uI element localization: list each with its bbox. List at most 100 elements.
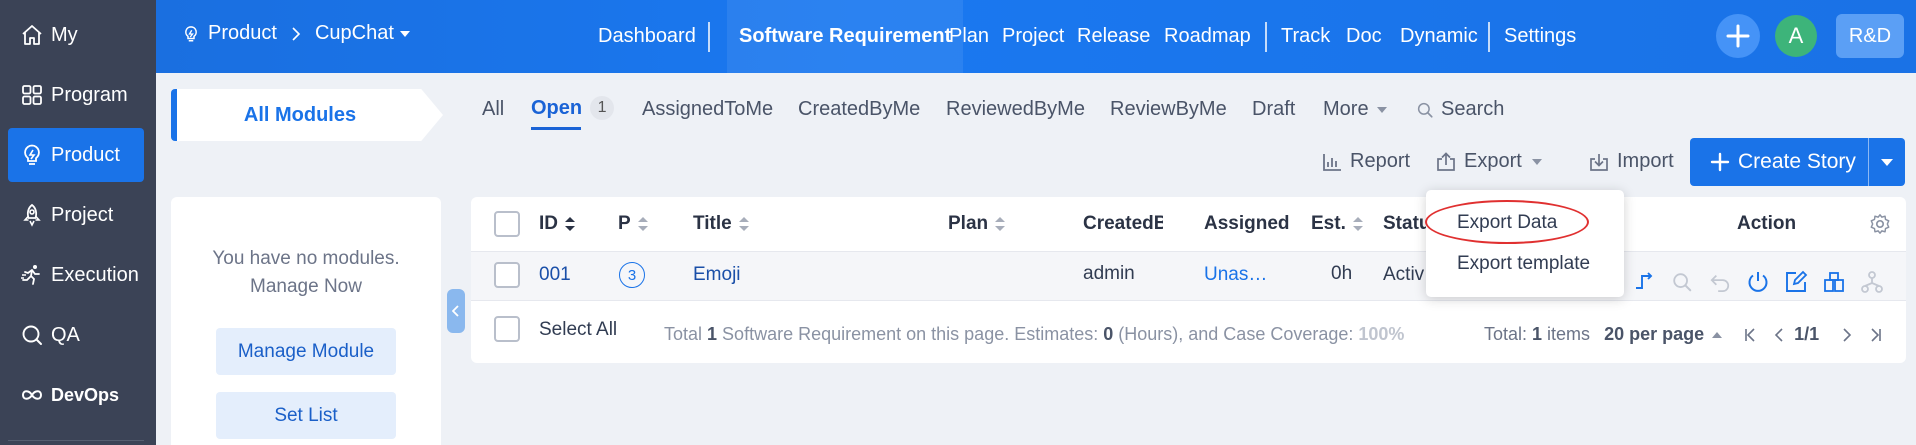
sidebar-item-label: My: [51, 23, 78, 46]
summary-text: Total: [664, 324, 703, 344]
export-button[interactable]: Export: [1436, 150, 1550, 173]
sort-icon: [994, 215, 1006, 233]
create-story-dropdown-toggle[interactable]: [1869, 138, 1905, 186]
import-button[interactable]: Import: [1589, 150, 1674, 173]
avatar[interactable]: A: [1775, 15, 1817, 57]
export-icon: [1437, 151, 1455, 171]
product-switcher[interactable]: CupChat: [315, 22, 394, 45]
filter-tab-label: Open: [531, 96, 583, 119]
column-header-id[interactable]: ID: [539, 197, 576, 251]
home-icon: [19, 22, 45, 48]
sort-icon: [1352, 215, 1364, 233]
edit-icon[interactable]: [1782, 268, 1810, 296]
filter-tab-assigned-to-me[interactable]: AssignedToMe: [642, 98, 773, 121]
runner-icon: [19, 262, 45, 288]
per-page-selector[interactable]: 20 per page: [1604, 324, 1704, 345]
create-story-main[interactable]: Create Story: [1690, 138, 1868, 186]
empty-modules-line: You have no modules.: [212, 248, 400, 269]
filter-tab-review-by-me[interactable]: ReviewByMe: [1110, 98, 1227, 121]
review-search-icon: [1668, 268, 1696, 296]
column-header-action: Action: [1737, 213, 1797, 234]
total-label: Total:: [1484, 324, 1528, 344]
gear-icon: [1870, 214, 1890, 234]
filter-tab-more[interactable]: More: [1323, 98, 1387, 121]
sidebar-item-qa[interactable]: QA: [8, 308, 144, 362]
column-header-estimate[interactable]: Est.: [1311, 197, 1364, 251]
nav-software-requirement[interactable]: Software Requirement: [727, 0, 964, 73]
nav-doc[interactable]: Doc: [1346, 0, 1382, 73]
module-panel: You have no modules. Manage Now Manage M…: [171, 197, 441, 445]
column-header-created-by[interactable]: CreatedB: [1083, 197, 1163, 251]
column-label: P: [618, 213, 631, 234]
nav-separator: [1488, 22, 1490, 52]
filter-tab-open[interactable]: Open 1: [531, 96, 615, 120]
story-id-link[interactable]: 001: [539, 264, 571, 286]
column-settings-button[interactable]: [1869, 197, 1891, 251]
caret-down-icon: [1881, 158, 1893, 166]
breadcrumb-root[interactable]: Product: [208, 22, 277, 45]
nav-plan[interactable]: Plan: [949, 0, 989, 73]
sidebar-item-project[interactable]: Project: [8, 188, 144, 242]
sidebar-item-devops[interactable]: DevOps: [8, 368, 144, 422]
manage-module-button[interactable]: Manage Module: [216, 328, 396, 375]
all-modules-tab[interactable]: All Modules: [171, 89, 443, 141]
nav-release[interactable]: Release: [1077, 0, 1150, 73]
nav-settings[interactable]: Settings: [1504, 0, 1576, 73]
sidebar-item-label: Project: [51, 203, 114, 226]
create-story-button[interactable]: Create Story: [1690, 138, 1905, 186]
sort-desc-icon: [564, 215, 576, 233]
chevron-right-icon: [291, 26, 301, 41]
sidebar-item-product[interactable]: Product: [8, 128, 144, 182]
power-icon[interactable]: [1744, 268, 1772, 296]
breadcrumb: Product CupChat: [182, 22, 410, 45]
story-created-by: admin: [1083, 263, 1135, 284]
filter-tab-all[interactable]: All: [482, 98, 504, 121]
sidebar-item-program[interactable]: Program: [8, 68, 144, 122]
column-header-plan[interactable]: Plan: [948, 197, 1006, 251]
collapse-panel-handle[interactable]: [447, 289, 465, 333]
column-label: Title: [693, 213, 732, 234]
search-toggle[interactable]: Search: [1416, 98, 1504, 121]
sidebar-item-label: Product: [51, 143, 120, 166]
create-story-label: Create Story: [1738, 150, 1856, 173]
filter-tab-reviewed-by-me[interactable]: ReviewedByMe: [946, 98, 1085, 121]
chevron-left-icon: [452, 305, 459, 317]
filter-tab-draft[interactable]: Draft: [1252, 98, 1295, 121]
sidebar-item-my[interactable]: My: [8, 8, 144, 62]
column-label: Plan: [948, 213, 989, 234]
nav-dynamic[interactable]: Dynamic: [1400, 0, 1478, 73]
select-all-footer-checkbox[interactable]: [494, 316, 520, 342]
summary-text: Software Requirement on this page. Estim…: [722, 324, 1099, 344]
page-summary: Total 1 Software Requirement on this pag…: [664, 324, 1462, 345]
team-switcher-button[interactable]: R&D: [1836, 14, 1904, 58]
nav-roadmap[interactable]: Roadmap: [1164, 0, 1251, 73]
last-page-icon[interactable]: [1870, 327, 1882, 342]
change-icon[interactable]: [1630, 268, 1658, 296]
split-icon[interactable]: [1820, 268, 1848, 296]
nav-dashboard[interactable]: Dashboard: [598, 0, 696, 73]
column-header-assigned-to[interactable]: Assigned: [1204, 197, 1296, 251]
summary-count: 1: [707, 324, 718, 344]
sidebar-item-label: Execution: [51, 263, 139, 286]
filter-tab-created-by-me[interactable]: CreatedByMe: [798, 98, 920, 121]
select-all-label[interactable]: Select All: [539, 319, 617, 341]
nav-track[interactable]: Track: [1281, 0, 1330, 73]
search-icon: [1416, 101, 1434, 119]
story-title-link[interactable]: Emoji: [693, 264, 741, 286]
row-checkbox[interactable]: [494, 262, 520, 288]
set-list-button[interactable]: Set List: [216, 392, 396, 439]
nav-project[interactable]: Project: [1002, 0, 1064, 73]
next-page-icon[interactable]: [1842, 327, 1852, 342]
quick-add-button[interactable]: [1716, 14, 1760, 58]
report-button[interactable]: Report: [1322, 150, 1410, 173]
sidebar-item-execution[interactable]: Execution: [8, 248, 144, 302]
story-assigned-to[interactable]: Unas…: [1204, 264, 1267, 286]
first-page-icon[interactable]: [1744, 327, 1756, 342]
grid-icon: [19, 82, 45, 108]
prev-page-icon[interactable]: [1774, 327, 1784, 342]
column-header-priority[interactable]: P: [618, 197, 649, 251]
export-label: Export: [1464, 150, 1522, 172]
column-header-title[interactable]: Title: [693, 197, 750, 251]
menu-item-export-template[interactable]: Export template: [1457, 253, 1590, 275]
select-all-header-checkbox[interactable]: [494, 211, 520, 237]
